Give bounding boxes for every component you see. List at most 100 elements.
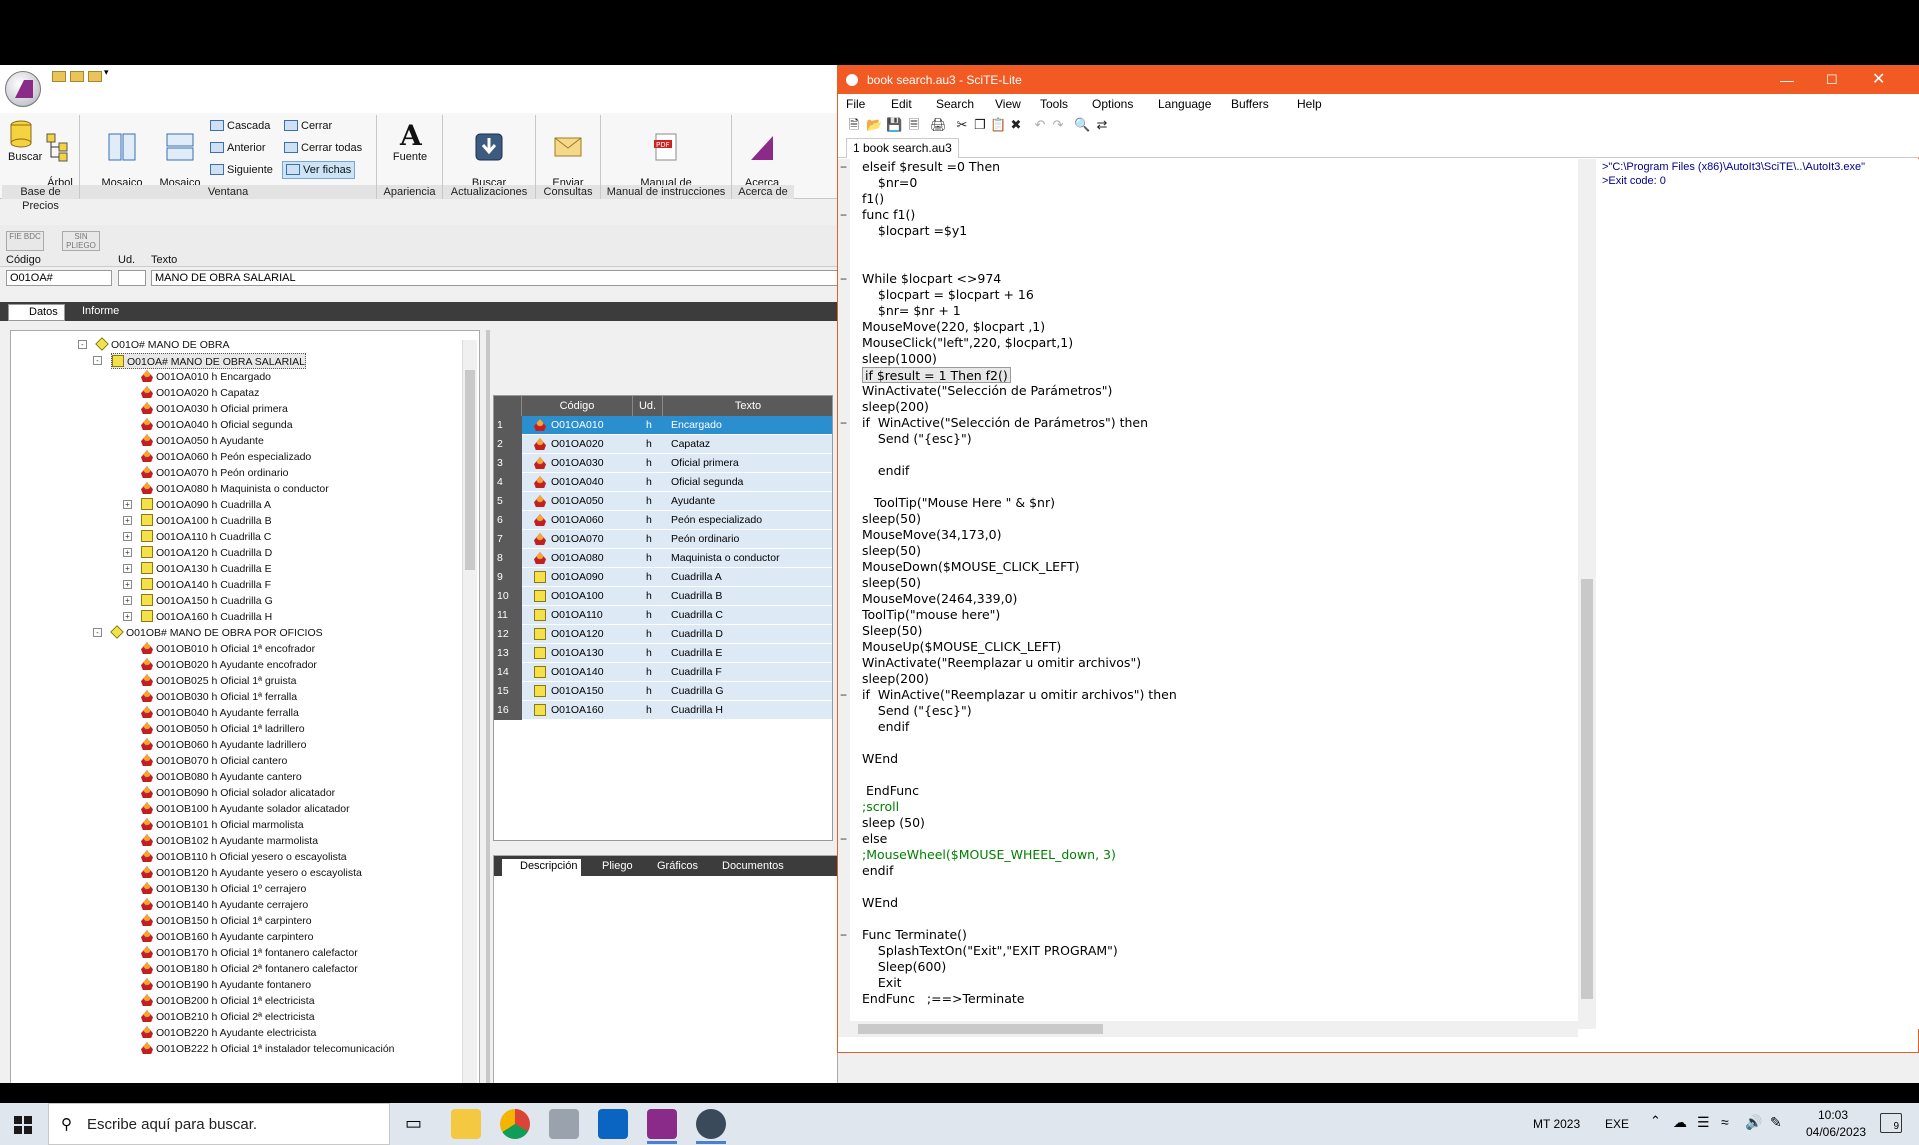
tree-node[interactable]: O01OA110 h Cuadrilla C xyxy=(141,529,271,545)
grid-row[interactable]: 1 O01OA010 h Encargado xyxy=(494,416,832,435)
tree-node[interactable]: O01OA040 h Oficial segunda xyxy=(141,417,293,433)
exe-label[interactable]: EXE xyxy=(1605,1117,1629,1131)
tab-descripcion[interactable]: Descripción xyxy=(502,859,582,876)
clock-time[interactable]: 10:03 xyxy=(1818,1108,1848,1122)
tree-node[interactable]: O01OA010 h Encargado xyxy=(141,369,271,385)
tab-documentos[interactable]: Documentos xyxy=(704,859,788,876)
copy-icon[interactable]: ❐ xyxy=(972,117,988,133)
tree-node[interactable]: O01OB010 h Oficial 1ª encofrador xyxy=(141,641,315,657)
grid-row[interactable]: 10 O01OA100 h Cuadrilla B xyxy=(494,587,832,606)
expander-icon[interactable]: + xyxy=(123,612,132,621)
tree-node[interactable]: O01OA150 h Cuadrilla G xyxy=(141,593,273,609)
paste-icon[interactable]: 📋 xyxy=(990,117,1006,133)
tree-node[interactable]: O01OA050 h Ayudante xyxy=(141,433,264,449)
tree-node[interactable]: O01OB120 h Ayudante yesero o escayolista xyxy=(141,865,362,881)
buscar-button[interactable]: Buscar xyxy=(8,117,42,164)
tree-node[interactable]: O01OA060 h Peón especializado xyxy=(141,449,311,465)
save-icon[interactable]: 💾 xyxy=(886,117,902,133)
expander-icon[interactable]: + xyxy=(123,548,132,557)
chevron-up-icon[interactable]: ⌃ xyxy=(1650,1113,1661,1129)
tree-node[interactable]: O01OB100 h Ayudante solador alicatador xyxy=(141,801,350,817)
presto-icon[interactable] xyxy=(647,1109,677,1144)
menu-search[interactable]: Search xyxy=(936,94,974,114)
cerrar-button[interactable]: Cerrar xyxy=(284,119,332,133)
tree-node[interactable]: O01OB090 h Oficial solador alicatador xyxy=(141,785,335,801)
grid-row[interactable]: 5 O01OA050 h Ayudante xyxy=(494,492,832,511)
volume-icon[interactable]: 🔊 xyxy=(1745,1114,1762,1131)
ud-field[interactable] xyxy=(118,270,146,286)
tree-node[interactable]: O01OA160 h Cuadrilla H xyxy=(141,609,272,625)
menu-edit[interactable]: Edit xyxy=(891,94,912,114)
tree-node[interactable]: O01OB190 h Ayudante fontanero xyxy=(141,977,311,993)
mt-label[interactable]: MT 2023 xyxy=(1533,1117,1580,1131)
grid-row[interactable]: 14 O01OA140 h Cuadrilla F xyxy=(494,663,832,682)
fie-bdc-button[interactable]: FIE BDC xyxy=(6,231,44,251)
tree-node[interactable]: O01OB210 h Oficial 2ª electricista xyxy=(141,1009,315,1025)
grid-row[interactable]: 6 O01OA060 h Peón especializado xyxy=(494,511,832,530)
fold-marker-icon[interactable]: − xyxy=(840,415,850,431)
open-folder-icon[interactable] xyxy=(70,71,84,82)
tree-node[interactable]: O01OB020 h Ayudante encofrador xyxy=(141,657,317,673)
grid-row[interactable]: 8 O01OA080 h Maquinista o conductor xyxy=(494,549,832,568)
tree-node[interactable]: O01OA080 h Maquinista o conductor xyxy=(141,481,329,497)
fold-marker-icon[interactable]: − xyxy=(840,271,850,287)
windows-start-icon[interactable] xyxy=(14,1116,32,1134)
tree-node[interactable]: O01OB130 h Oficial 1º cerrajero xyxy=(141,881,306,897)
menu-tools[interactable]: Tools xyxy=(1040,94,1068,114)
network-icon[interactable]: ☰ xyxy=(1697,1114,1710,1131)
fold-marker-icon[interactable]: − xyxy=(840,207,850,223)
tab-pliego[interactable]: Pliego xyxy=(584,859,637,876)
tree-node[interactable]: O01OB025 h Oficial 1ª gruista xyxy=(141,673,296,689)
tab-graficos[interactable]: Gráficos xyxy=(639,859,702,876)
tree-node[interactable]: O01OB150 h Oficial 1ª carpintero xyxy=(141,913,312,929)
editor-vertical-scrollbar[interactable] xyxy=(1578,159,1596,1029)
menu-file[interactable]: File xyxy=(846,94,865,114)
tab-informe[interactable]: Informe xyxy=(62,304,125,321)
cut-icon[interactable]: ✂ xyxy=(954,117,970,133)
notifications-icon[interactable]: 9 xyxy=(1880,1113,1902,1133)
tree-node[interactable]: O01OB030 h Oficial 1ª ferralla xyxy=(141,689,297,705)
clock-date[interactable]: 04/06/2023 xyxy=(1806,1125,1866,1139)
tree-node[interactable]: O01OB040 h Ayudante ferralla xyxy=(141,705,299,721)
tree-node[interactable]: O01OA# MANO DE OBRA SALARIAL xyxy=(111,353,306,369)
anterior-button[interactable]: Anterior xyxy=(210,141,266,155)
texto-field[interactable]: MANO DE OBRA SALARIAL xyxy=(151,270,841,286)
tree-node[interactable]: O01OB220 h Ayudante electricista xyxy=(141,1025,316,1041)
codigo-field[interactable]: O01OA# xyxy=(6,270,112,286)
app-building-icon[interactable] xyxy=(549,1109,579,1139)
wifi-icon[interactable]: ≈ xyxy=(1721,1114,1729,1130)
tree-node[interactable]: O01OB170 h Oficial 1ª fontanero calefact… xyxy=(141,945,358,961)
tree-node[interactable]: O01OB050 h Oficial 1ª ladrillero xyxy=(141,721,305,737)
qat-dropdown-icon[interactable]: ▾ xyxy=(104,67,109,78)
expander-icon[interactable]: + xyxy=(123,564,132,573)
grid-header-codigo[interactable]: Código xyxy=(522,396,633,416)
tree-node[interactable]: O01OB102 h Ayudante marmolista xyxy=(141,833,318,849)
tree-node[interactable]: O01OA140 h Cuadrilla F xyxy=(141,577,271,593)
expander-icon[interactable]: - xyxy=(93,356,102,365)
new-file-icon[interactable]: 🗎 xyxy=(846,117,862,133)
siguiente-button[interactable]: Siguiente xyxy=(210,163,273,177)
grid-row[interactable]: 3 O01OA030 h Oficial primera xyxy=(494,454,832,473)
chrome-icon[interactable] xyxy=(500,1109,530,1139)
autoit-icon[interactable] xyxy=(696,1109,726,1144)
expander-icon[interactable]: - xyxy=(78,340,87,349)
replace-icon[interactable]: ⇄ xyxy=(1094,117,1110,133)
tab-datos[interactable]: Datos xyxy=(8,304,65,321)
onedrive-icon[interactable]: ☁ xyxy=(1673,1114,1687,1131)
open-file-icon[interactable]: 📂 xyxy=(866,117,882,133)
expander-icon[interactable]: + xyxy=(123,596,132,605)
fold-margin[interactable] xyxy=(838,159,850,1029)
close-icon[interactable]: ✕ xyxy=(1872,66,1885,94)
find-icon[interactable]: 🔍 xyxy=(1074,117,1090,133)
expander-icon[interactable]: + xyxy=(123,516,132,525)
scite-titlebar[interactable]: book search.au3 - SciTE-Lite — ☐ ✕ xyxy=(838,66,1919,94)
fuente-button[interactable]: A Fuente xyxy=(385,117,435,164)
expander-icon[interactable]: + xyxy=(123,532,132,541)
grid-row[interactable]: 11 O01OA110 h Cuadrilla C xyxy=(494,606,832,625)
tree-node[interactable]: O01OA130 h Cuadrilla E xyxy=(141,561,272,577)
cerrar-todas-button[interactable]: Cerrar todas xyxy=(284,141,362,155)
tree-node[interactable]: O01OB160 h Ayudante carpintero xyxy=(141,929,313,945)
menu-view[interactable]: View xyxy=(995,94,1021,114)
grid-row[interactable]: 7 O01OA070 h Peón ordinario xyxy=(494,530,832,549)
tree-node[interactable]: O01OB180 h Oficial 2ª fontanero calefact… xyxy=(141,961,358,977)
